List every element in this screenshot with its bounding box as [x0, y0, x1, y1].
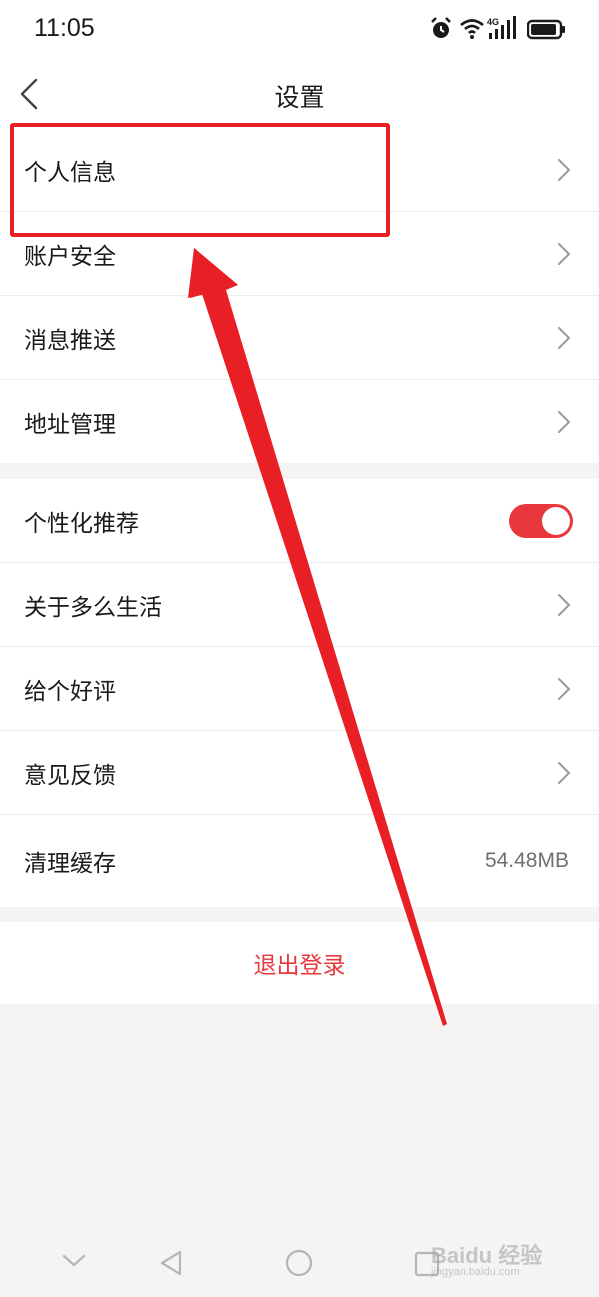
row-label: 账户安全	[24, 243, 116, 270]
row-label: 给个好评	[24, 678, 116, 705]
settings-row-personalized-recommendation: 个性化推荐	[0, 479, 599, 563]
settings-row-clear-cache[interactable]: 清理缓存 54.48MB	[0, 815, 599, 907]
watermark-url: jingyan.baidu.com	[431, 1266, 520, 1278]
row-label: 消息推送	[24, 327, 116, 354]
chevron-right-icon	[558, 326, 571, 349]
chevron-right-icon	[558, 593, 571, 616]
status-bar: 11:05 4G	[0, 0, 599, 60]
row-label: 地址管理	[24, 411, 116, 438]
row-label: 意见反馈	[24, 762, 116, 789]
network-type-label: 4G	[487, 17, 499, 27]
status-time: 11:05	[34, 14, 95, 42]
cache-size-value: 54.48MB	[484, 849, 569, 872]
chevron-right-icon	[558, 761, 571, 784]
row-label: 关于多么生活	[24, 594, 162, 621]
chevron-right-icon	[558, 410, 571, 433]
personalized-recommendation-toggle[interactable]	[509, 503, 573, 538]
chevron-right-icon	[558, 242, 571, 265]
baidu-jingyan-watermark: Baidu 经验 jingyan.baidu.com	[425, 1236, 565, 1288]
logout-label: 退出登录	[253, 953, 346, 979]
highlight-box	[10, 123, 390, 237]
chevron-down-icon[interactable]	[62, 1253, 86, 1269]
chevron-right-icon	[558, 158, 571, 181]
logout-button[interactable]: 退出登录	[0, 922, 599, 1004]
wifi-icon	[460, 19, 484, 39]
home-circle-icon[interactable]	[285, 1249, 313, 1277]
settings-row-rate-app[interactable]: 给个好评	[0, 647, 599, 731]
battery-icon	[527, 19, 565, 40]
row-label: 清理缓存	[24, 851, 116, 877]
settings-row-address-management[interactable]: 地址管理	[0, 380, 599, 463]
row-label: 个性化推荐	[24, 510, 139, 537]
back-triangle-icon[interactable]	[158, 1249, 184, 1277]
settings-row-push-notifications[interactable]: 消息推送	[0, 296, 599, 380]
alarm-icon	[431, 17, 451, 38]
chevron-right-icon	[558, 677, 571, 700]
settings-group-general: 个性化推荐 关于多么生活 给个好评 意见反馈 清理缓存 54.48MB	[0, 479, 599, 907]
toggle-knob	[542, 506, 570, 535]
cellular-signal-icon: 4G	[487, 16, 516, 39]
settings-row-about[interactable]: 关于多么生活	[0, 563, 599, 647]
settings-row-feedback[interactable]: 意见反馈	[0, 731, 599, 815]
page-title: 设置	[274, 83, 325, 112]
status-icons: 4G	[429, 16, 569, 42]
nav-bar: 设置	[0, 60, 599, 128]
